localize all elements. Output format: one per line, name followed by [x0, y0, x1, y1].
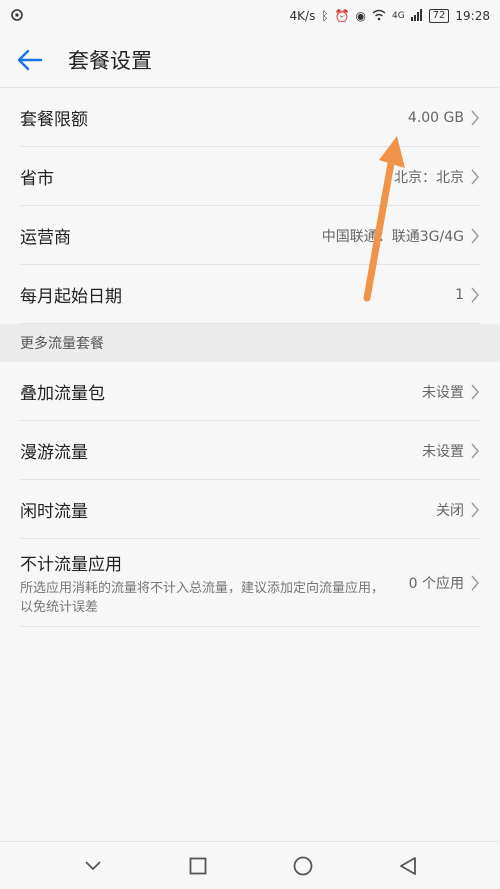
clock: 19:28: [455, 9, 490, 23]
chevron-down-icon: [84, 860, 101, 870]
row-label: 运营商: [20, 228, 71, 248]
row-value: 北京：北京: [394, 169, 464, 186]
network-speed: 4K/s: [289, 9, 316, 23]
status-bar: 4K/s ᛒ ⏰ ◉ 4G 72 19:28: [0, 0, 500, 32]
alarm-icon: ⏰: [334, 9, 350, 23]
wifi-icon: [372, 9, 386, 24]
bluetooth-icon: ᛒ: [321, 9, 329, 23]
chevron-right-icon: [471, 287, 479, 302]
row-label: 漫游流量: [20, 443, 88, 463]
row-addon-pack[interactable]: 叠加流量包 未设置: [0, 362, 500, 421]
row-roaming[interactable]: 漫游流量 未设置: [0, 421, 500, 480]
hide-nav-button[interactable]: [73, 846, 113, 886]
chevron-right-icon: [471, 443, 479, 458]
network-type: 4G: [391, 11, 405, 21]
row-value: 1: [455, 286, 464, 303]
row-value: 0 个应用: [408, 576, 464, 592]
navigation-bar: [0, 841, 500, 889]
row-label: 闲时流量: [20, 502, 88, 522]
row-idle-data[interactable]: 闲时流量 关闭: [0, 480, 500, 539]
signal-icon: [410, 8, 423, 24]
row-province-city[interactable]: 省市 北京：北京: [0, 147, 500, 206]
settings-list: 套餐限额 4.00 GB 省市 北京：北京 运营商 中国联通：联通3G/4G 每…: [0, 88, 500, 627]
row-label: 不计流量应用: [20, 554, 122, 575]
row-value: 关闭: [436, 502, 464, 519]
chevron-right-icon: [471, 502, 479, 517]
row-value: 4.00 GB: [407, 109, 464, 126]
battery-icon: 72: [428, 9, 450, 23]
chevron-right-icon: [471, 228, 479, 243]
chevron-right-icon: [471, 384, 479, 399]
row-carrier[interactable]: 运营商 中国联通：联通3G/4G: [0, 206, 500, 265]
chevron-right-icon: [471, 169, 479, 184]
row-value: 未设置: [422, 443, 464, 460]
triangle-back-icon: [399, 856, 416, 875]
eye-icon: ◉: [355, 9, 366, 23]
page-title: 套餐设置: [68, 48, 152, 73]
section-header: 更多流量套餐: [0, 324, 500, 362]
row-plan-limit[interactable]: 套餐限额 4.00 GB: [0, 88, 500, 147]
back-button[interactable]: [388, 846, 428, 886]
row-label: 每月起始日期: [20, 287, 122, 307]
row-exempt-apps[interactable]: 不计流量应用 所选应用消耗的流量将不计入总流量，建议添加定向流量应用，以免统计误…: [0, 539, 500, 627]
circle-icon: [293, 856, 312, 875]
chevron-right-icon: [471, 575, 479, 591]
row-label: 套餐限额: [20, 110, 88, 130]
row-label: 叠加流量包: [20, 384, 105, 404]
row-value: 中国联通：联通3G/4G: [321, 228, 464, 245]
row-value: 未设置: [422, 384, 464, 401]
home-button[interactable]: [283, 846, 323, 886]
app-bar: 套餐设置: [0, 32, 500, 88]
back-arrow-icon[interactable]: [0, 32, 60, 88]
row-description: 所选应用消耗的流量将不计入总流量，建议添加定向流量应用，以免统计误差: [20, 580, 385, 615]
chevron-right-icon: [471, 110, 479, 125]
row-start-date[interactable]: 每月起始日期 1: [0, 265, 500, 324]
recents-button[interactable]: [178, 846, 218, 886]
square-icon: [189, 857, 206, 874]
weibo-icon: [10, 8, 24, 25]
row-label: 省市: [20, 169, 54, 189]
